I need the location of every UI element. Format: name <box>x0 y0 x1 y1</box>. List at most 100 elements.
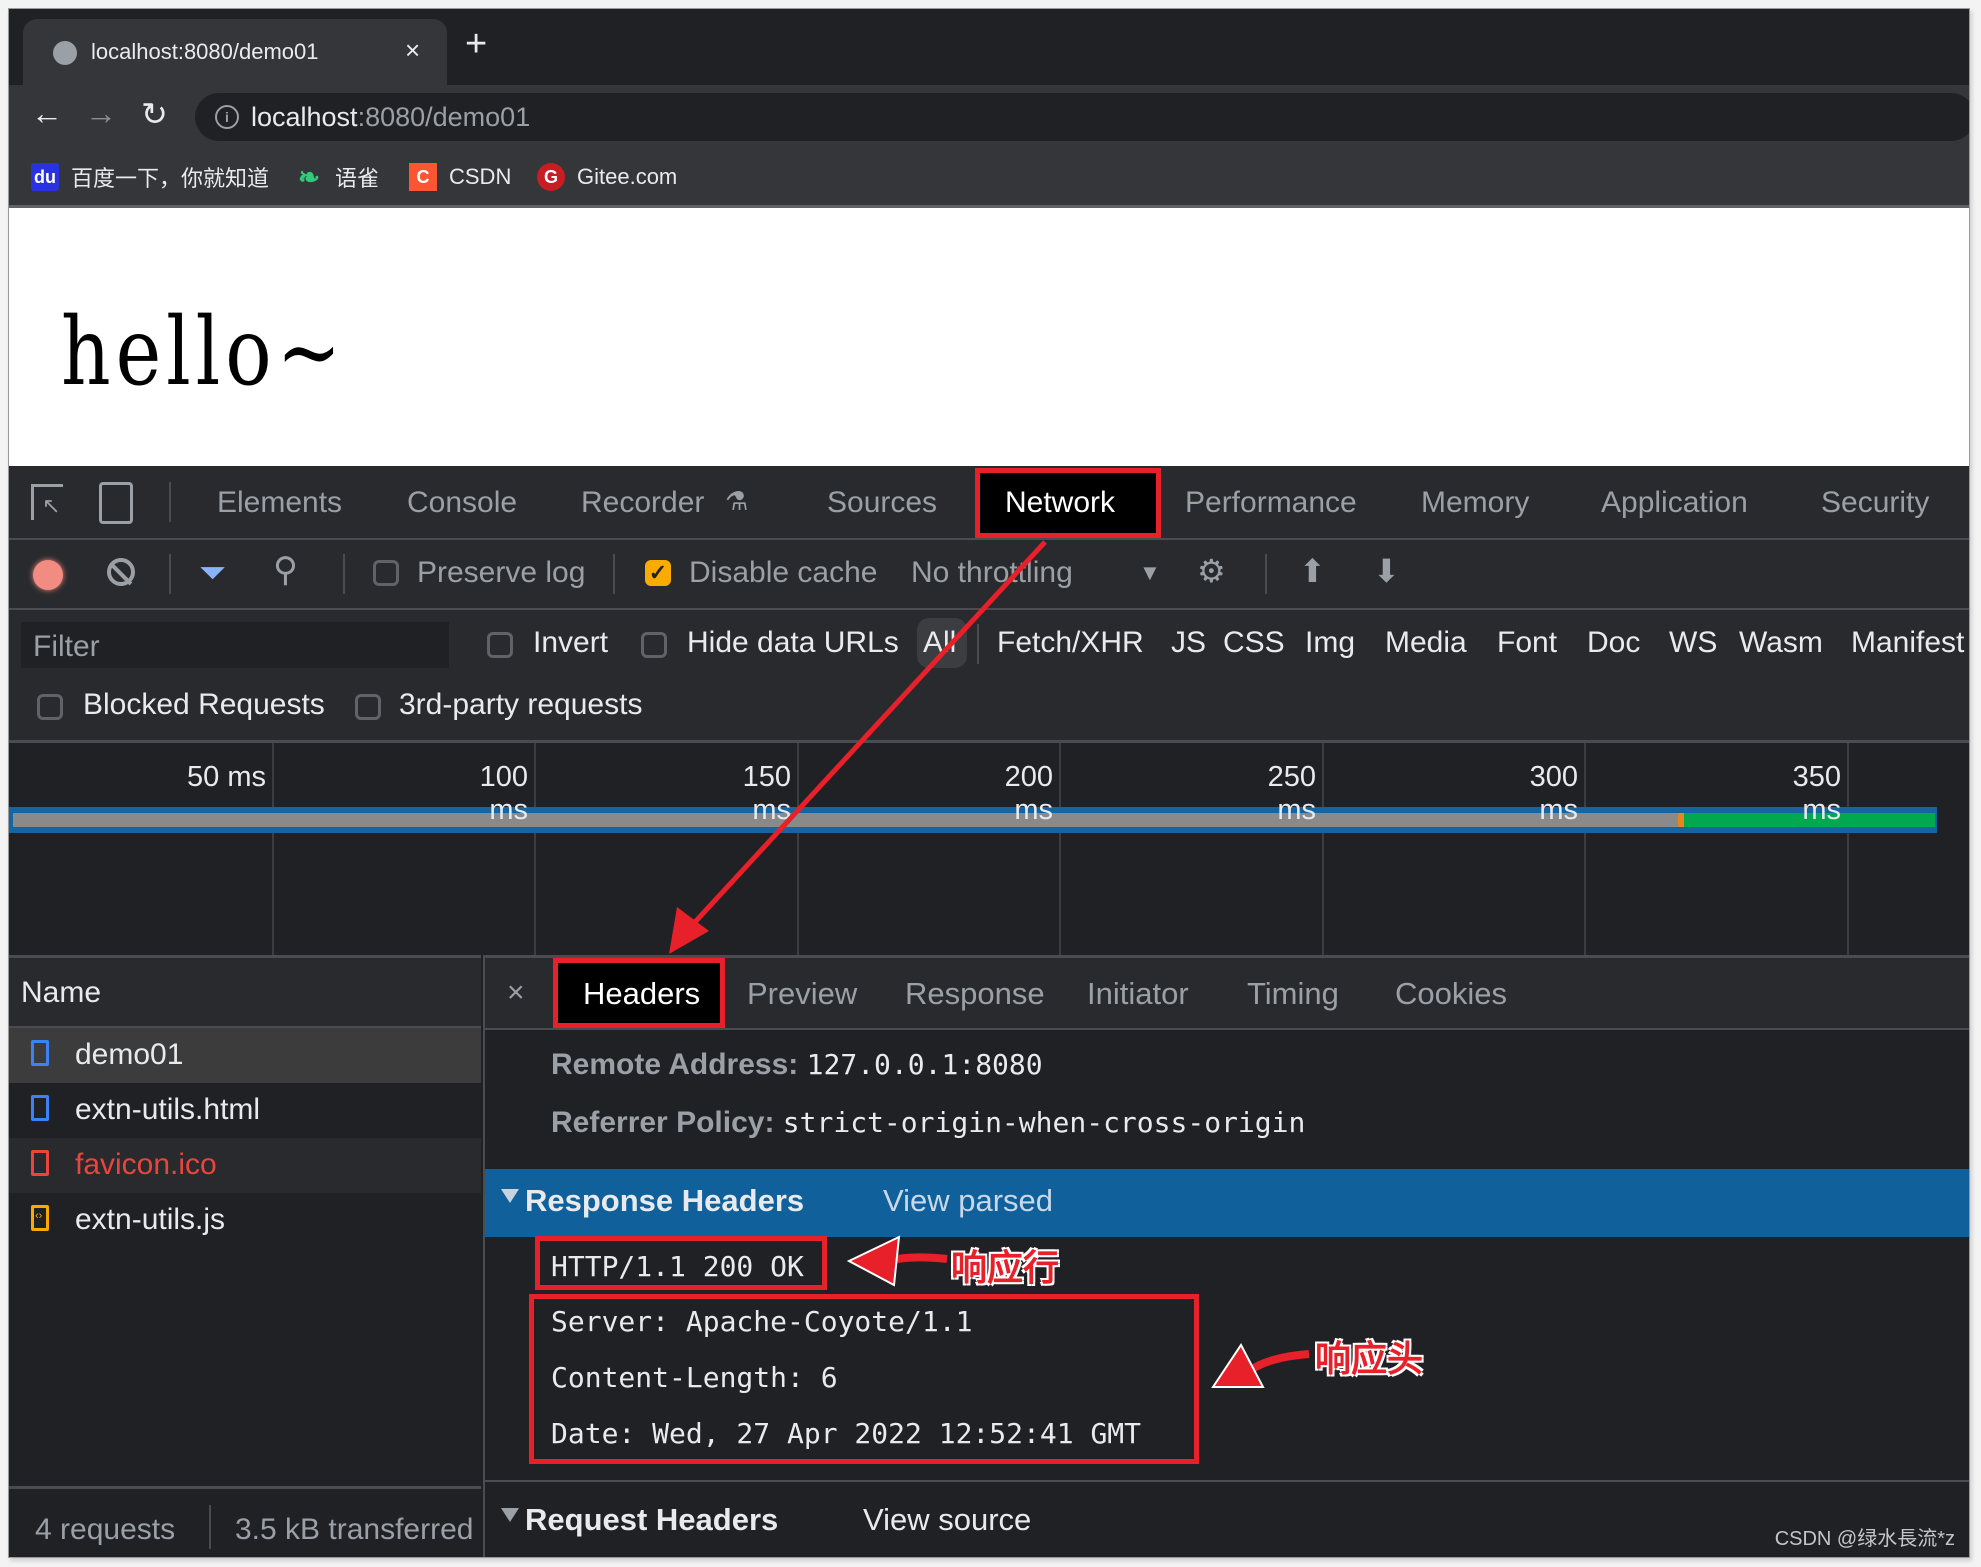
info-icon[interactable]: i <box>215 105 239 129</box>
separator <box>977 624 979 664</box>
timeline-gridline <box>1059 743 1061 955</box>
timeline-tick-label: 50 ms <box>187 761 266 793</box>
type-css[interactable]: CSS <box>1223 626 1285 660</box>
bookmark-baidu[interactable]: du 百度一下，你就知道 <box>31 161 269 193</box>
bookmark-yuque[interactable]: ❧ 语雀 <box>295 161 379 193</box>
column-name[interactable]: Name <box>21 976 101 1010</box>
yuque-icon: ❧ <box>298 161 320 192</box>
baidu-icon: du <box>31 163 59 191</box>
type-doc[interactable]: Doc <box>1587 626 1640 660</box>
throttling-select[interactable]: No throttling <box>911 556 1073 590</box>
header-value: 127.0.0.1:8080 <box>806 1048 1043 1081</box>
separator <box>343 554 345 594</box>
tab-sources[interactable]: Sources <box>827 486 937 520</box>
reload-icon[interactable]: ↻ <box>141 95 168 133</box>
header-value: strict-origin-when-cross-origin <box>782 1106 1306 1139</box>
search-icon[interactable]: ⚲ <box>273 550 298 590</box>
record-icon[interactable] <box>33 560 63 590</box>
timeline-gridline <box>534 743 536 955</box>
response-headers-section[interactable]: Response Headers View parsed <box>485 1169 1969 1237</box>
tab-security[interactable]: Security <box>1821 486 1929 520</box>
separator <box>1265 554 1267 594</box>
close-details-icon[interactable]: × <box>507 976 525 1010</box>
type-wasm[interactable]: Wasm <box>1739 626 1823 660</box>
invert-checkbox[interactable] <box>487 632 513 658</box>
bookmark-label: 百度一下，你就知道 <box>71 166 270 191</box>
tab-title: localhost:8080/demo01 <box>91 39 319 64</box>
tab-initiator[interactable]: Initiator <box>1087 976 1189 1012</box>
details-tab-bar: × Headers Preview Response Initiator Tim… <box>485 958 1969 1030</box>
request-details: × Headers Preview Response Initiator Tim… <box>483 955 1969 1557</box>
filter-input[interactable]: Filter <box>21 622 449 668</box>
address-bar[interactable]: i localhost:8080/demo01 <box>195 93 1969 141</box>
timeline-tick-label: 100 ms <box>479 761 528 826</box>
tab-application[interactable]: Application <box>1601 486 1748 520</box>
clear-icon[interactable] <box>107 558 135 586</box>
bookmark-label: CSDN <box>449 164 512 189</box>
network-conditions-icon[interactable]: ⚙ <box>1197 552 1226 590</box>
new-tab-button[interactable]: + <box>465 25 487 63</box>
timeline-tick-label: 200 ms <box>1004 761 1053 826</box>
type-fetch-xhr[interactable]: Fetch/XHR <box>997 626 1144 660</box>
browser-tab[interactable]: localhost:8080/demo01 × <box>23 19 447 85</box>
type-js[interactable]: JS <box>1171 626 1206 660</box>
request-name: extn-utils.html <box>75 1093 261 1126</box>
tab-elements[interactable]: Elements <box>217 486 342 520</box>
timeline-tick-label: 300 ms <box>1529 761 1578 826</box>
bookmark-gitee[interactable]: G Gitee.com <box>537 161 677 193</box>
request-row[interactable]: extn-utils.html <box>9 1083 481 1138</box>
csdn-icon: C <box>409 163 437 191</box>
chevron-down-icon[interactable]: ▼ <box>1139 560 1161 586</box>
import-har-icon[interactable]: ⬆ <box>1299 552 1326 590</box>
annotation-box-headers <box>553 958 725 1028</box>
preserve-log-checkbox[interactable] <box>373 560 399 586</box>
invert-label: Invert <box>533 626 609 659</box>
back-arrow-icon[interactable]: ← <box>31 95 63 132</box>
type-media[interactable]: Media <box>1385 626 1467 660</box>
request-row[interactable]: demo01 <box>9 1028 481 1083</box>
hide-data-urls-checkbox[interactable] <box>641 632 667 658</box>
annotation-box-network <box>975 468 1161 538</box>
preserve-log-label: Preserve log <box>417 556 586 589</box>
collapse-triangle-icon[interactable] <box>501 1508 519 1522</box>
annotation-box-status-line <box>535 1236 827 1290</box>
bookmark-csdn[interactable]: C CSDN <box>409 161 511 193</box>
forward-arrow-icon[interactable]: → <box>85 95 117 132</box>
view-parsed-link[interactable]: View parsed <box>883 1183 1053 1219</box>
tab-timing[interactable]: Timing <box>1247 976 1339 1012</box>
type-ws[interactable]: WS <box>1669 626 1717 660</box>
url-text: localhost:8080/demo01 <box>251 102 530 133</box>
request-list-header: Name <box>9 958 481 1028</box>
tab-cookies[interactable]: Cookies <box>1395 976 1507 1012</box>
tab-response[interactable]: Response <box>905 976 1045 1012</box>
request-row[interactable]: favicon.ico <box>9 1138 481 1193</box>
filter-icon[interactable]: ⏷ <box>199 554 226 593</box>
timeline-gridline <box>272 743 274 955</box>
request-row[interactable]: ‹› extn-utils.js <box>9 1193 481 1248</box>
gitee-icon: G <box>537 163 565 191</box>
view-source-link[interactable]: View source <box>863 1502 1031 1538</box>
request-headers-section[interactable]: Request Headers View source <box>485 1488 1969 1556</box>
third-party-checkbox[interactable] <box>355 694 381 720</box>
type-font[interactable]: Font <box>1497 626 1557 660</box>
collapse-triangle-icon[interactable] <box>501 1189 519 1203</box>
section-title: Request Headers <box>525 1502 779 1537</box>
tab-memory[interactable]: Memory <box>1421 486 1529 520</box>
type-img[interactable]: Img <box>1305 626 1355 660</box>
disable-cache-checkbox[interactable]: ✓ <box>645 560 671 586</box>
tab-console[interactable]: Console <box>407 486 517 520</box>
url-path: :8080/demo01 <box>357 102 531 132</box>
export-har-icon[interactable]: ⬇ <box>1373 552 1400 590</box>
separator <box>613 554 615 594</box>
blocked-requests-checkbox[interactable] <box>37 694 63 720</box>
network-overview-timeline[interactable]: 50 ms 100 ms 150 ms 200 ms 250 ms 300 ms 350 m… <box>9 743 1969 955</box>
close-tab-icon[interactable]: × <box>405 35 420 66</box>
inspect-element-icon[interactable]: ↖ <box>31 484 63 520</box>
tab-preview[interactable]: Preview <box>747 976 857 1012</box>
device-toolbar-icon[interactable] <box>99 482 133 524</box>
tab-performance[interactable]: Performance <box>1185 486 1357 520</box>
tab-recorder[interactable]: Recorder <box>581 486 704 520</box>
type-manifest[interactable]: Manifest <box>1851 626 1964 660</box>
transferred-size: 3.5 kB transferred <box>235 1513 474 1546</box>
type-all[interactable]: All <box>923 626 956 660</box>
